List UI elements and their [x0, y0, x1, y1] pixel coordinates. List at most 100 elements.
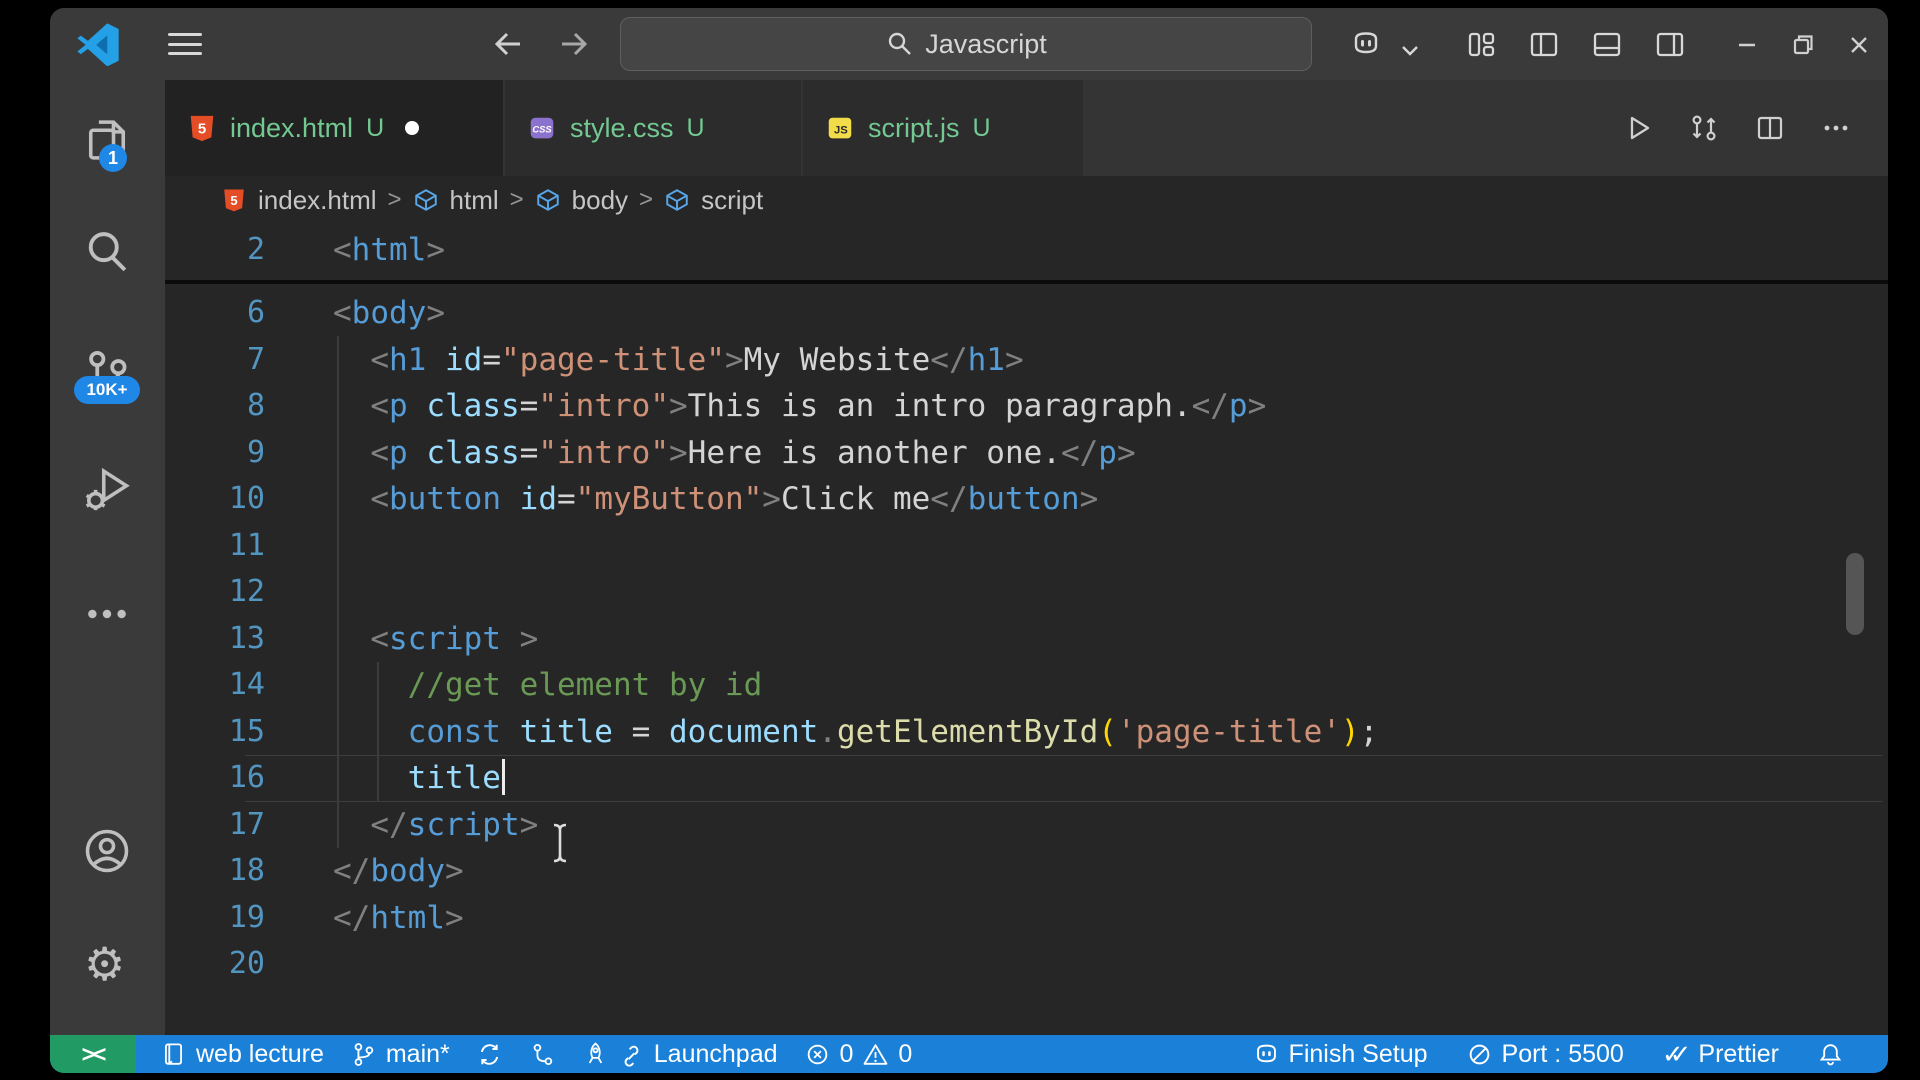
breadcrumb-html[interactable]: html: [450, 185, 499, 216]
code-line[interactable]: 7 <h1 id="page-title">My Website</h1>: [165, 337, 1888, 384]
code-text: <script >: [333, 616, 538, 663]
code-line[interactable]: 14 //get element by id: [165, 662, 1888, 709]
run-file-icon[interactable]: [1622, 112, 1654, 144]
customize-layout-icon[interactable]: [1465, 28, 1497, 60]
unsaved-dot[interactable]: [405, 121, 419, 135]
notifications-item[interactable]: [1817, 1041, 1844, 1068]
line-number[interactable]: 11: [165, 523, 265, 570]
line-number[interactable]: 7: [165, 337, 265, 384]
more-editor-actions-icon[interactable]: [1820, 112, 1852, 144]
code-text: <button id="myButton">Click me</button>: [333, 476, 1098, 523]
line-number[interactable]: 17: [165, 802, 265, 849]
code-line[interactable]: 12: [165, 569, 1888, 616]
status-left: web lecture main*: [160, 1040, 912, 1069]
chevron-down-icon[interactable]: [1398, 34, 1422, 66]
breadcrumb-file[interactable]: index.html: [258, 185, 377, 216]
code-line[interactable]: 15 const title = document.getElementById…: [165, 709, 1888, 756]
prettier-item[interactable]: ✓✓ Prettier: [1662, 1039, 1779, 1070]
run-debug-icon[interactable]: [81, 463, 133, 515]
settings-gear-icon[interactable]: ⚙: [84, 941, 136, 993]
code-token: >: [445, 853, 464, 889]
line-number[interactable]: 19: [165, 895, 265, 942]
search-sidebar-icon[interactable]: [81, 226, 133, 278]
restore-button[interactable]: [1788, 30, 1818, 60]
line-number[interactable]: 15: [165, 709, 265, 756]
workspace-item[interactable]: web lecture: [160, 1040, 324, 1069]
line-number[interactable]: 2: [165, 224, 265, 276]
toggle-secondary-sidebar-icon[interactable]: [1654, 28, 1686, 60]
launchpad-item[interactable]: Launchpad: [582, 1040, 778, 1069]
code-line[interactable]: 19</html>: [165, 895, 1888, 942]
toggle-sidebar-icon[interactable]: [1528, 28, 1560, 60]
problems-item[interactable]: 0 0: [804, 1040, 913, 1069]
breadcrumb-body[interactable]: body: [572, 185, 628, 216]
line-number[interactable]: 13: [165, 616, 265, 663]
code-token: </: [930, 481, 967, 517]
account-icon[interactable]: [81, 825, 133, 877]
split-editor-icon[interactable]: [1754, 112, 1786, 144]
code-line[interactable]: 10 <button id="myButton">Click me</butto…: [165, 476, 1888, 523]
title-bar: Javascript: [50, 8, 1888, 80]
remote-indicator[interactable]: ><: [50, 1035, 136, 1073]
compare-changes-icon[interactable]: [1688, 112, 1720, 144]
close-button[interactable]: [1844, 30, 1874, 60]
command-center-search[interactable]: Javascript: [620, 17, 1312, 71]
rocket-icon: [582, 1041, 609, 1068]
code-token: h1: [389, 342, 426, 378]
line-number[interactable]: 10: [165, 476, 265, 523]
code-line[interactable]: 2 <html>: [165, 224, 1888, 276]
line-number[interactable]: 14: [165, 662, 265, 709]
code-token: <: [370, 342, 389, 378]
code-token: script: [389, 621, 501, 657]
tab-label: style.css: [570, 113, 674, 144]
code-token: ): [1341, 714, 1360, 750]
code-line[interactable]: 18</body>: [165, 848, 1888, 895]
prettier-label: Prettier: [1698, 1040, 1779, 1069]
line-number[interactable]: 9: [165, 430, 265, 477]
breadcrumb-script[interactable]: script: [701, 185, 763, 216]
code-line[interactable]: 9 <p class="intro">Here is another one.<…: [165, 430, 1888, 477]
line-number[interactable]: 8: [165, 383, 265, 430]
code-token: [426, 342, 445, 378]
toggle-panel-icon[interactable]: [1591, 28, 1623, 60]
css-file-icon: CSS: [527, 112, 557, 144]
code-line[interactable]: 8 <p class="intro">This is an intro para…: [165, 383, 1888, 430]
code-text: <p class="intro">Here is another one.</p…: [333, 430, 1136, 477]
code-line[interactable]: 17 </script>: [165, 802, 1888, 849]
git-status: U: [687, 114, 705, 143]
code-line[interactable]: 13 <script >: [165, 616, 1888, 663]
code-editor[interactable]: 2<html> 6<body>7 <h1 id="page-title">My …: [165, 224, 1888, 1035]
port-item[interactable]: Port : 5500: [1466, 1040, 1624, 1069]
code-line[interactable]: 16 title: [165, 755, 1888, 802]
tab-style-css[interactable]: CSS style.css U: [505, 80, 801, 176]
code-line[interactable]: 11: [165, 523, 1888, 570]
line-number[interactable]: 6: [165, 290, 265, 337]
launchpad-label: Launchpad: [654, 1040, 778, 1069]
more-actions-icon[interactable]: [81, 588, 133, 640]
code-text: <body>: [333, 290, 445, 337]
line-number[interactable]: 18: [165, 848, 265, 895]
line-number[interactable]: 20: [165, 941, 265, 988]
copilot-icon[interactable]: [1350, 28, 1382, 60]
code-text: <h1 id="page-title">My Website</h1>: [333, 337, 1024, 384]
menu-icon[interactable]: [168, 33, 202, 55]
svg-text:CSS: CSS: [532, 125, 552, 135]
code-token: >: [1005, 342, 1024, 378]
code-text: //get element by id: [333, 662, 762, 709]
sync-item[interactable]: [476, 1041, 503, 1068]
minimize-button[interactable]: [1732, 30, 1762, 60]
code-line[interactable]: 20: [165, 941, 1888, 988]
finish-setup-item[interactable]: Finish Setup: [1253, 1040, 1428, 1069]
tab-index-html[interactable]: 5 index.html U: [165, 80, 503, 176]
scrollbar-thumb[interactable]: [1846, 553, 1864, 635]
git-graph-item[interactable]: [529, 1041, 556, 1068]
code-token: class: [426, 435, 519, 471]
back-arrow-icon[interactable]: [490, 26, 526, 62]
line-number[interactable]: 12: [165, 569, 265, 616]
code-token: script: [408, 807, 520, 843]
git-branch-item[interactable]: main*: [350, 1040, 450, 1069]
forward-arrow-icon[interactable]: [556, 26, 592, 62]
code-line[interactable]: 6 <body>: [165, 290, 1888, 337]
code-text: <html>: [333, 224, 445, 276]
tab-script-js[interactable]: JS script.js U: [803, 80, 1083, 176]
